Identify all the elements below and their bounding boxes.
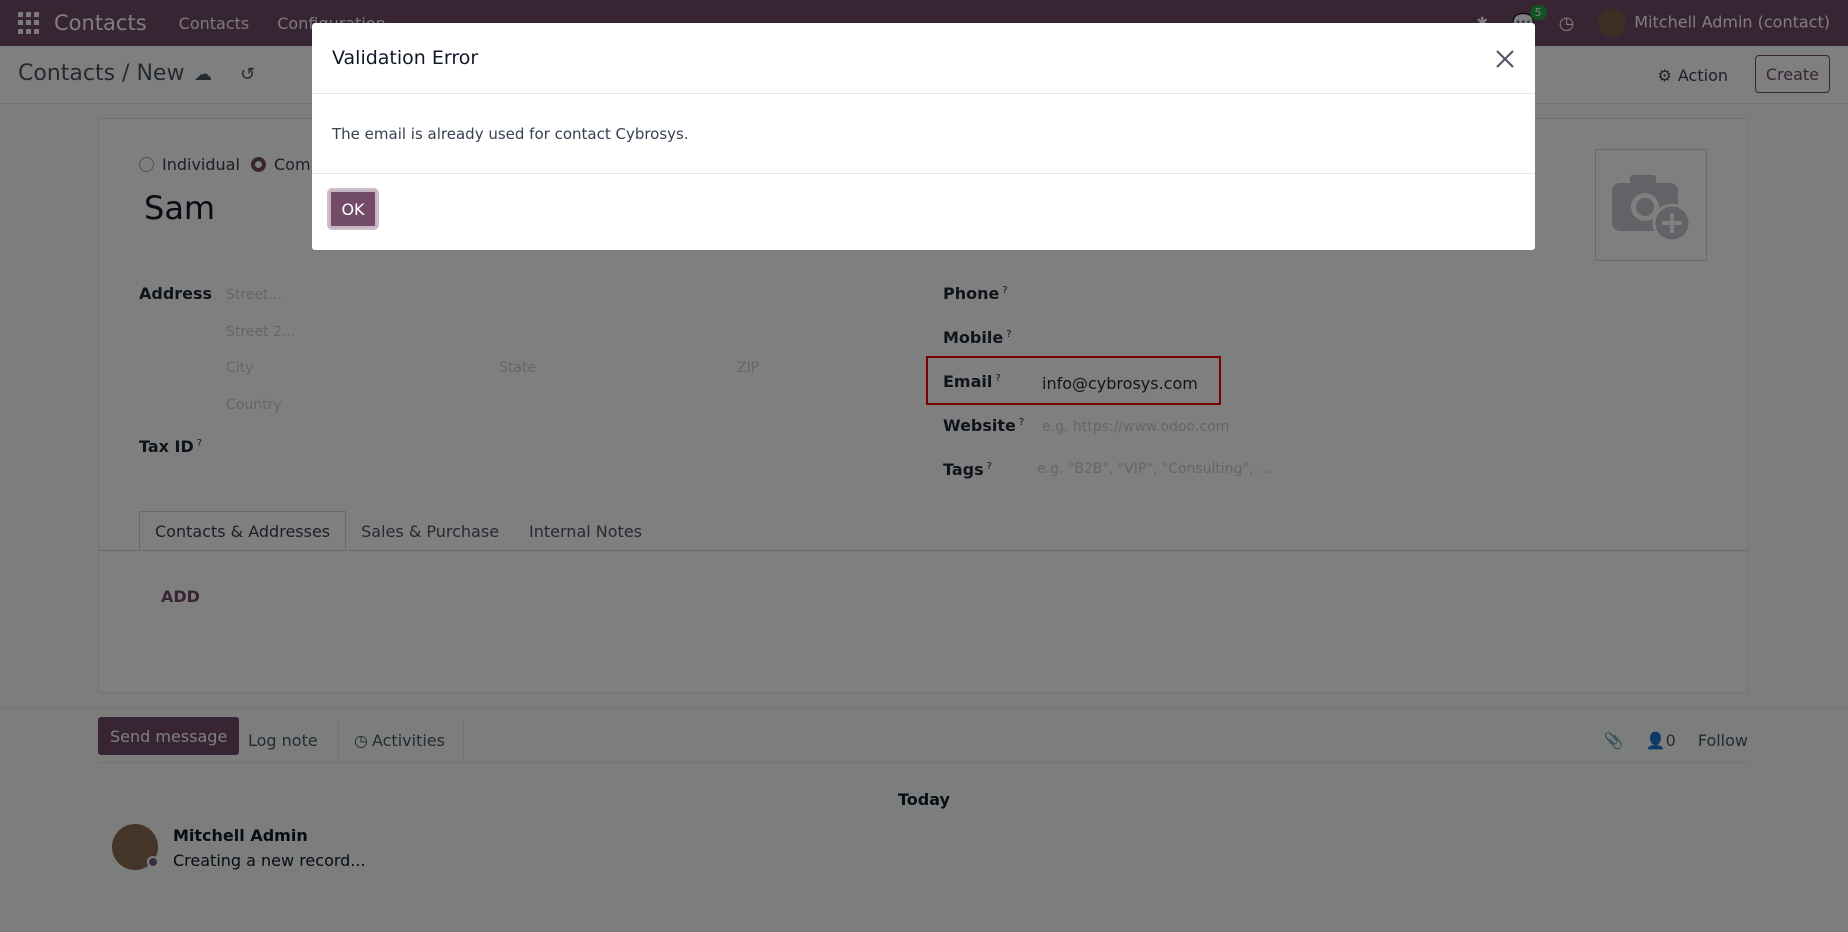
validation-error-dialog: Validation Error The email is already us… <box>312 23 1535 250</box>
close-icon[interactable] <box>1491 45 1519 73</box>
ok-button[interactable]: OK <box>329 190 377 228</box>
dialog-message: The email is already used for contact Cy… <box>312 94 1535 174</box>
dialog-title: Validation Error <box>332 47 479 69</box>
dialog-header: Validation Error <box>312 23 1535 94</box>
